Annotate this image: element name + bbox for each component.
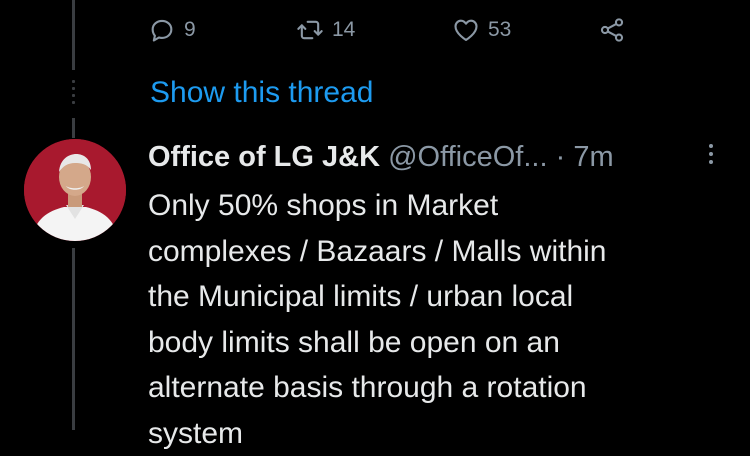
- retweet-icon: [296, 16, 324, 44]
- more-options-icon[interactable]: [706, 144, 716, 172]
- tweet-text-line: Only 50% shops in Market: [148, 183, 728, 229]
- show-thread-link[interactable]: Show this thread: [150, 76, 373, 110]
- tweet-text-line: body limits shall be open on an: [148, 320, 728, 366]
- share-button[interactable]: [598, 16, 626, 44]
- tweet-text-line: alternate basis through a rotation: [148, 365, 728, 411]
- author-name[interactable]: Office of LG J&K: [148, 141, 380, 173]
- retweet-button[interactable]: 14: [296, 16, 355, 44]
- thread-connector-mid: [72, 118, 75, 138]
- like-icon: [452, 16, 480, 44]
- header-separator: ·: [548, 141, 574, 173]
- author-handle[interactable]: @OfficeOf...: [388, 141, 547, 173]
- tweet-header: Office of LG J&K @OfficeOf... · 7m: [148, 140, 728, 174]
- retweet-count: 14: [332, 18, 355, 42]
- share-icon: [598, 16, 626, 44]
- person-avatar-icon: [24, 139, 126, 241]
- thread-connector-top: [72, 0, 75, 70]
- author-avatar[interactable]: [24, 139, 126, 241]
- thread-gap-dots: [72, 80, 75, 110]
- reply-icon: [148, 16, 176, 44]
- like-button[interactable]: 53: [452, 16, 511, 44]
- thread-connector-bottom: [72, 248, 75, 430]
- reply-button[interactable]: 9: [148, 16, 196, 44]
- reply-count: 9: [184, 18, 196, 42]
- tweet-timestamp[interactable]: 7m: [573, 141, 613, 173]
- like-count: 53: [488, 18, 511, 42]
- tweet-text-line: system: [148, 411, 728, 456]
- tweet-text-line: the Municipal limits / urban local: [148, 274, 728, 320]
- tweet-text: Only 50% shops in Market complexes / Baz…: [148, 183, 728, 456]
- tweet-text-line: complexes / Bazaars / Malls within: [148, 229, 728, 275]
